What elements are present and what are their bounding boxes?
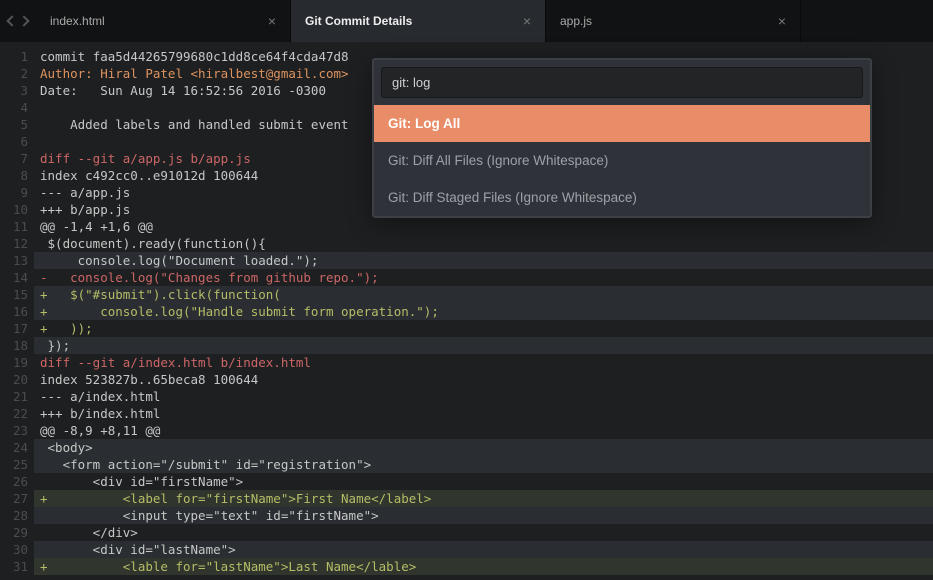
code-line: });: [34, 337, 933, 354]
line-number: 11: [0, 218, 34, 235]
code-line: </div>: [34, 524, 933, 541]
code-line: - console.log("Changes from github repo.…: [34, 269, 933, 286]
line-number: 30: [0, 541, 34, 558]
code-line: index 523827b..65beca8 100644: [34, 371, 933, 388]
line-gutter: 1234567891011121314151617181920212223242…: [0, 42, 34, 580]
line-number: 31: [0, 558, 34, 575]
tab-label: Git Commit Details: [305, 14, 412, 28]
line-number: 18: [0, 337, 34, 354]
code-line: <div id="firstName">: [34, 473, 933, 490]
line-number: 6: [0, 133, 34, 150]
line-number: 20: [0, 371, 34, 388]
tab-nav: [0, 0, 36, 42]
line-number: 27: [0, 490, 34, 507]
tab-label: index.html: [50, 14, 105, 28]
line-number: 8: [0, 167, 34, 184]
line-number: 14: [0, 269, 34, 286]
line-number: 16: [0, 303, 34, 320]
code-line: <div id="lastName">: [34, 541, 933, 558]
command-item-git-log-all[interactable]: Git: Log All: [374, 105, 870, 142]
line-number: 15: [0, 286, 34, 303]
line-number: 4: [0, 99, 34, 116]
code-line: + <label for="firstName">First Name</lab…: [34, 490, 933, 507]
nav-forward-icon[interactable]: [18, 15, 29, 26]
tab-app-js[interactable]: app.js ×: [546, 0, 801, 42]
close-icon[interactable]: ×: [523, 13, 531, 29]
line-number: 3: [0, 82, 34, 99]
code-line: + ));: [34, 320, 933, 337]
tab-label: app.js: [560, 14, 592, 28]
nav-back-icon[interactable]: [6, 15, 17, 26]
tab-git-commit-details[interactable]: Git Commit Details ×: [291, 0, 546, 42]
code-line: @@ -8,9 +8,11 @@: [34, 422, 933, 439]
code-line: --- a/index.html: [34, 388, 933, 405]
code-line: +++ b/index.html: [34, 405, 933, 422]
code-line: <form action="/submit" id="registration"…: [34, 456, 933, 473]
line-number: 24: [0, 439, 34, 456]
code-line: @@ -1,4 +1,6 @@: [34, 218, 933, 235]
line-number: 7: [0, 150, 34, 167]
line-number: 23: [0, 422, 34, 439]
command-list: Git: Log All Git: Diff All Files (Ignore…: [374, 105, 870, 216]
line-number: 12: [0, 235, 34, 252]
line-number: 2: [0, 65, 34, 82]
line-number: 10: [0, 201, 34, 218]
line-number: 17: [0, 320, 34, 337]
line-number: 5: [0, 116, 34, 133]
code-line: <body>: [34, 439, 933, 456]
command-input[interactable]: [381, 67, 863, 98]
code-line: diff --git a/index.html b/index.html: [34, 354, 933, 371]
line-number: 28: [0, 507, 34, 524]
close-icon[interactable]: ×: [268, 13, 276, 29]
line-number: 25: [0, 456, 34, 473]
line-number: 19: [0, 354, 34, 371]
line-number: 1: [0, 48, 34, 65]
line-number: 21: [0, 388, 34, 405]
code-line: + <lable for="lastName">Last Name</lable…: [34, 558, 933, 575]
code-line: + console.log("Handle submit form operat…: [34, 303, 933, 320]
command-item-git-diff-all[interactable]: Git: Diff All Files (Ignore Whitespace): [374, 142, 870, 179]
tab-index-html[interactable]: index.html ×: [36, 0, 291, 42]
command-palette: Git: Log All Git: Diff All Files (Ignore…: [372, 58, 872, 218]
line-number: 29: [0, 524, 34, 541]
code-line: console.log("Document loaded.");: [34, 252, 933, 269]
line-number: 9: [0, 184, 34, 201]
code-line: <input type="text" id="firstName">: [34, 507, 933, 524]
close-icon[interactable]: ×: [778, 13, 786, 29]
line-number: 26: [0, 473, 34, 490]
line-number: 22: [0, 405, 34, 422]
command-item-git-diff-staged[interactable]: Git: Diff Staged Files (Ignore Whitespac…: [374, 179, 870, 216]
code-line: $(document).ready(function(){: [34, 235, 933, 252]
tab-bar: index.html × Git Commit Details × app.js…: [0, 0, 933, 42]
line-number: 13: [0, 252, 34, 269]
code-line: + $("#submit").click(function(: [34, 286, 933, 303]
